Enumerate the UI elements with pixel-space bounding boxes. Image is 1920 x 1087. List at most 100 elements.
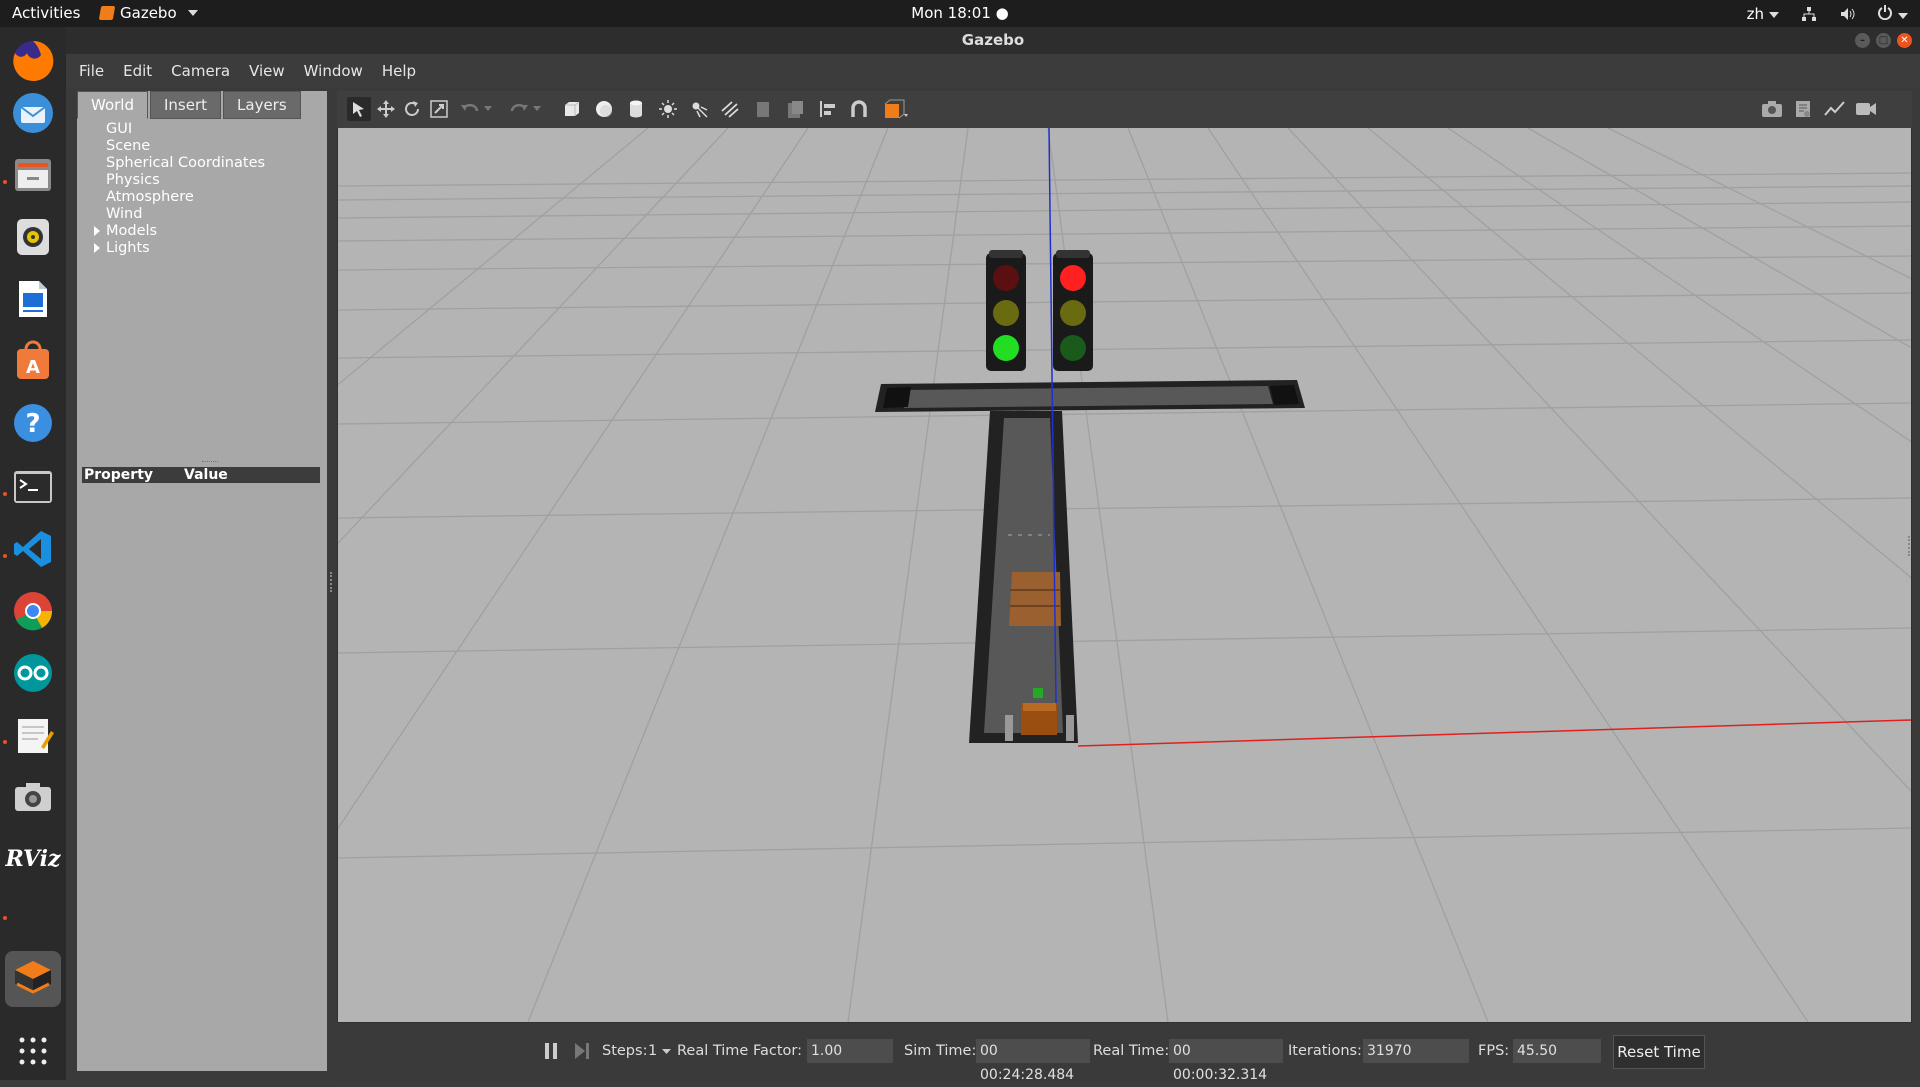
dock-chrome-icon[interactable] (9, 587, 57, 635)
running-indicator (3, 916, 7, 920)
scale-mode-icon[interactable] (427, 97, 451, 121)
iterations-value: 31970 (1363, 1039, 1469, 1063)
dock-terminal-icon[interactable] (9, 463, 57, 511)
window-titlebar[interactable]: Gazebo – □ ✕ (66, 27, 1920, 54)
svg-text:?: ? (25, 409, 40, 439)
dock-writer-icon[interactable] (9, 275, 57, 323)
undo-icon[interactable] (458, 97, 482, 121)
snap-icon[interactable] (847, 97, 871, 121)
scene-render (338, 128, 1911, 1022)
cylinder-shape-icon[interactable] (624, 97, 648, 121)
menu-window[interactable]: Window (304, 62, 363, 80)
chevron-down-icon (1769, 11, 1779, 18)
svg-text:A: A (26, 357, 40, 378)
left-panel-resize-handle[interactable] (330, 572, 334, 592)
real-time-value: 00 00:00:32.314 (1169, 1039, 1283, 1083)
fps-label: FPS: (1478, 1043, 1510, 1059)
record-video-icon[interactable] (1854, 97, 1878, 121)
running-indicator (3, 554, 7, 558)
directional-light-icon[interactable] (718, 97, 742, 121)
tree-item-scene[interactable]: Scene (106, 138, 150, 154)
box-shape-icon[interactable] (560, 97, 584, 121)
tree-item-models-label: Models (106, 223, 158, 239)
translate-mode-icon[interactable] (374, 97, 398, 121)
screenshot-camera-icon[interactable] (1760, 97, 1784, 121)
redo-dropdown-icon[interactable] (531, 97, 543, 121)
show-apps-grid-icon[interactable] (9, 1027, 57, 1075)
change-view-icon[interactable] (881, 97, 915, 121)
redo-icon[interactable] (507, 97, 531, 121)
tree-item-spherical-coordinates[interactable]: Spherical Coordinates (106, 155, 265, 171)
traffic-light-right (1053, 250, 1093, 371)
tab-insert[interactable]: Insert (150, 91, 222, 119)
running-indicator (3, 740, 7, 744)
dock-help-icon[interactable]: ? (9, 399, 57, 447)
log-icon[interactable] (1791, 97, 1815, 121)
undo-dropdown-icon[interactable] (482, 97, 494, 121)
pause-icon[interactable] (539, 1039, 563, 1063)
align-icon[interactable] (816, 97, 840, 121)
dock-software-icon[interactable]: A (9, 337, 57, 385)
rotate-mode-icon[interactable] (400, 97, 424, 121)
minimize-button[interactable]: – (1855, 33, 1870, 48)
render-area: Steps: 1 Real Time Factor: 1.00 Sim Time… (337, 91, 1912, 1083)
sphere-shape-icon[interactable] (592, 97, 616, 121)
property-table-header: Property Value (82, 467, 320, 483)
point-light-icon[interactable] (656, 97, 680, 121)
left-panel: World Insert Layers GUI Scene Spherical … (77, 91, 327, 1071)
tab-world[interactable]: World (77, 91, 148, 119)
dock-files-icon[interactable] (9, 151, 57, 199)
dock-screenshot-icon[interactable] (9, 773, 57, 821)
tree-item-wind[interactable]: Wind (106, 206, 142, 222)
step-icon[interactable] (570, 1039, 594, 1063)
power-menu[interactable] (1877, 4, 1908, 24)
real-time-label: Real Time: (1093, 1043, 1170, 1059)
maximize-button[interactable]: □ (1876, 33, 1891, 48)
menu-view[interactable]: View (249, 62, 285, 80)
reset-time-button[interactable]: Reset Time (1613, 1035, 1705, 1069)
tab-layers[interactable]: Layers (223, 91, 301, 119)
clock[interactable]: Mon 18:01 ● (0, 4, 1920, 22)
input-language[interactable]: zh (1747, 5, 1779, 23)
dock-rviz-icon[interactable]: RViz (5, 835, 60, 883)
panel-tabs: World Insert Layers (77, 91, 303, 119)
tree-item-physics[interactable]: Physics (106, 172, 160, 188)
steps-spinner[interactable]: 1 (648, 1043, 671, 1059)
dock-gazebo-icon[interactable] (5, 951, 61, 1007)
dock-rhythmbox-icon[interactable] (9, 213, 57, 261)
expand-arrow-icon[interactable] (94, 226, 100, 236)
tree-item-lights[interactable]: Lights (94, 240, 150, 256)
running-indicator (3, 492, 7, 496)
3d-viewport[interactable] (338, 128, 1911, 1022)
network-icon[interactable] (1801, 6, 1817, 22)
expand-arrow-icon[interactable] (94, 243, 100, 253)
real-time-factor-label: Real Time Factor: (677, 1043, 802, 1059)
tree-item-atmosphere[interactable]: Atmosphere (106, 189, 194, 205)
menu-file[interactable]: File (79, 62, 104, 80)
menu-help[interactable]: Help (382, 62, 416, 80)
close-button[interactable]: ✕ (1897, 33, 1912, 48)
system-top-bar: Activities Gazebo Mon 18:01 ● zh (0, 0, 1920, 27)
menu-bar: File Edit Camera View Window Help (66, 54, 1920, 87)
render-toolbar (337, 91, 1912, 128)
volume-icon[interactable] (1839, 6, 1855, 22)
dock-firefox-icon[interactable] (9, 37, 57, 85)
tree-item-models[interactable]: Models (94, 223, 158, 239)
paste-icon[interactable] (783, 97, 807, 121)
power-icon (1878, 5, 1892, 21)
dock: A ? RViz (0, 27, 66, 1080)
copy-icon[interactable] (751, 97, 775, 121)
plot-icon[interactable] (1823, 97, 1847, 121)
menu-edit[interactable]: Edit (123, 62, 152, 80)
steps-value: 1 (648, 1043, 658, 1059)
select-mode-icon[interactable] (347, 97, 371, 121)
dock-thunderbird-icon[interactable] (9, 89, 57, 137)
dock-text-editor-icon[interactable] (9, 711, 57, 759)
dock-arduino-icon[interactable] (9, 649, 57, 697)
panel-splitter[interactable] (202, 461, 218, 464)
right-panel-resize-handle[interactable] (1908, 536, 1912, 556)
tree-item-gui[interactable]: GUI (106, 121, 132, 137)
dock-vscode-icon[interactable] (9, 525, 57, 573)
spot-light-icon[interactable] (687, 97, 711, 121)
menu-camera[interactable]: Camera (171, 62, 230, 80)
